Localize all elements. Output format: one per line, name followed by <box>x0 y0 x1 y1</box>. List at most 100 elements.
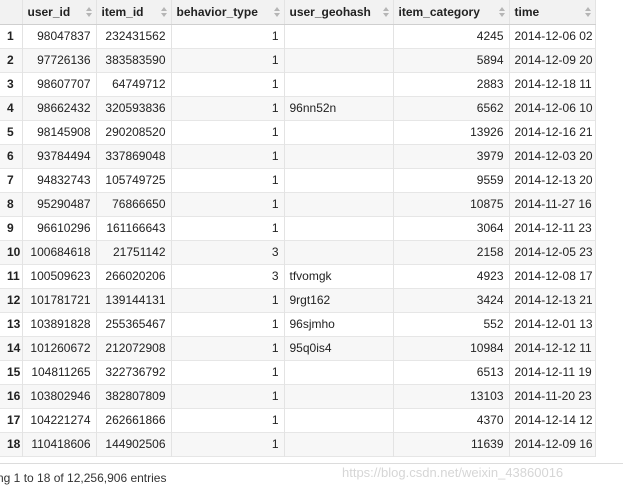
cell-user-geohash <box>284 144 394 168</box>
cell-user-geohash <box>284 216 394 240</box>
cell-behavior-type: 1 <box>171 192 285 216</box>
table-row[interactable]: 1 98047837 232431562 1 4245 2014-12-06 02 <box>0 24 596 48</box>
table-row[interactable]: 5 98145908 290208520 1 13926 2014-12-16 21 <box>0 120 596 144</box>
column-header-behavior-type[interactable]: behavior_type <box>171 0 285 25</box>
cell-item-category: 4370 <box>393 408 510 432</box>
table-row[interactable]: 3 98607707 64749712 1 2883 2014-12-18 11 <box>0 72 596 96</box>
table-row[interactable]: 8 95290487 76866650 1 10875 2014-11-27 16 <box>0 192 596 216</box>
column-header-item-id[interactable]: item_id <box>96 0 172 25</box>
column-header-user-geohash[interactable]: user_geohash <box>284 0 394 25</box>
table-row[interactable]: 18 110418606 144902506 1 11639 2014-12-09 16 <box>0 432 596 456</box>
table-row[interactable]: 15 104811265 322736792 1 6513 2014-12-11 19 <box>0 360 596 384</box>
cell-user-id: 96610296 <box>22 216 97 240</box>
row-index: 15 <box>0 360 23 384</box>
cell-item-category: 3979 <box>393 144 510 168</box>
cell-item-id: 212072908 <box>96 336 172 360</box>
table-row[interactable]: 13 103891828 255365467 1 96sjmho 552 2014-12-0… <box>0 312 596 336</box>
row-index: 13 <box>0 312 23 336</box>
cell-behavior-type: 3 <box>171 264 285 288</box>
table-row[interactable]: 11 100509623 266020206 3 tfvomgk 4923 2014-12-… <box>0 264 596 288</box>
cell-user-geohash: 95q0is4 <box>284 336 394 360</box>
cell-item-category: 3424 <box>393 288 510 312</box>
table-row[interactable]: 6 93784494 337869048 1 3979 2014-12-03 20 <box>0 144 596 168</box>
cell-time: 2014-12-12 11 <box>509 336 596 360</box>
cell-time: 2014-12-09 20 <box>509 48 596 72</box>
cell-behavior-type: 1 <box>171 360 285 384</box>
table-body: 1 98047837 232431562 1 4245 2014-12-06 02 2 977… <box>0 24 596 456</box>
cell-time: 2014-12-13 20 <box>509 168 596 192</box>
column-header-time[interactable]: time <box>509 0 596 25</box>
column-header-label: user_id <box>27 4 71 19</box>
cell-user-id: 104221274 <box>22 408 97 432</box>
cell-item-category: 3064 <box>393 216 510 240</box>
cell-item-category: 11639 <box>393 432 510 456</box>
cell-item-category: 2883 <box>393 72 510 96</box>
cell-time: 2014-12-06 10 <box>509 96 596 120</box>
cell-time: 2014-12-05 23 <box>509 240 596 264</box>
cell-user-id: 98145908 <box>22 120 97 144</box>
cell-behavior-type: 1 <box>171 288 285 312</box>
cell-user-geohash <box>284 360 394 384</box>
row-index: 18 <box>0 432 23 456</box>
row-index: 12 <box>0 288 23 312</box>
cell-behavior-type: 1 <box>171 24 285 48</box>
sort-icon[interactable] <box>498 7 505 19</box>
cell-user-geohash <box>284 384 394 408</box>
column-header-index <box>0 0 23 25</box>
row-index: 2 <box>0 48 23 72</box>
cell-behavior-type: 1 <box>171 120 285 144</box>
row-index: 8 <box>0 192 23 216</box>
column-header-label: behavior_type <box>176 4 258 19</box>
cell-item-id: 232431562 <box>96 24 172 48</box>
cell-item-id: 21751142 <box>96 240 172 264</box>
table-row[interactable]: 7 94832743 105749725 1 9559 2014-12-13 20 <box>0 168 596 192</box>
sort-icon[interactable] <box>85 7 92 19</box>
cell-user-id: 110418606 <box>22 432 97 456</box>
cell-behavior-type: 1 <box>171 144 285 168</box>
row-index: 6 <box>0 144 23 168</box>
cell-user-geohash: tfvomgk <box>284 264 394 288</box>
cell-item-id: 144902506 <box>96 432 172 456</box>
cell-item-category: 6562 <box>393 96 510 120</box>
cell-behavior-type: 1 <box>171 312 285 336</box>
cell-item-category: 10984 <box>393 336 510 360</box>
cell-time: 2014-12-01 13 <box>509 312 596 336</box>
cell-time: 2014-11-20 23 <box>509 384 596 408</box>
cell-user-geohash <box>284 168 394 192</box>
column-header-item-category[interactable]: item_category <box>393 0 510 25</box>
table-row[interactable]: 17 104221274 262661866 1 4370 2014-12-14 12 <box>0 408 596 432</box>
sort-icon[interactable] <box>273 7 280 19</box>
column-header-user-id[interactable]: user_id <box>22 0 97 25</box>
cell-user-geohash <box>284 120 394 144</box>
table-row[interactable]: 2 97726136 383583590 1 5894 2014-12-09 20 <box>0 48 596 72</box>
cell-user-geohash <box>284 24 394 48</box>
column-header-label: time <box>514 4 540 19</box>
table-row[interactable]: 16 103802946 382807809 1 13103 2014-11-20 23 <box>0 384 596 408</box>
cell-user-id: 104811265 <box>22 360 97 384</box>
cell-time: 2014-12-11 23 <box>509 216 596 240</box>
cell-time: 2014-12-06 02 <box>509 24 596 48</box>
cell-item-id: 266020206 <box>96 264 172 288</box>
data-table: user_id item_id behavior_type user_geoha… <box>0 0 596 457</box>
cell-behavior-type: 3 <box>171 240 285 264</box>
cell-behavior-type: 1 <box>171 384 285 408</box>
cell-behavior-type: 1 <box>171 72 285 96</box>
table-row[interactable]: 9 96610296 161166643 1 3064 2014-12-11 23 <box>0 216 596 240</box>
table-row[interactable]: 14 101260672 212072908 1 95q0is4 10984 2014-12… <box>0 336 596 360</box>
cell-item-category: 6513 <box>393 360 510 384</box>
cell-time: 2014-12-08 17 <box>509 264 596 288</box>
cell-item-id: 64749712 <box>96 72 172 96</box>
table-row[interactable]: 4 98662432 320593836 1 96nn52n 6562 2014-12-06… <box>0 96 596 120</box>
cell-user-geohash <box>284 48 394 72</box>
sort-icon[interactable] <box>584 7 591 19</box>
cell-user-id: 100509623 <box>22 264 97 288</box>
column-header-label: user_geohash <box>289 4 371 19</box>
cell-user-geohash <box>284 72 394 96</box>
table-row[interactable]: 12 101781721 139144131 1 9rgt162 3424 2014-12-… <box>0 288 596 312</box>
watermark: https://blog.csdn.net/weixin_43860016 <box>342 465 564 480</box>
row-index: 3 <box>0 72 23 96</box>
sort-icon[interactable] <box>382 7 389 19</box>
table-row[interactable]: 10 100684618 21751142 3 2158 2014-12-05 23 <box>0 240 596 264</box>
cell-behavior-type: 1 <box>171 48 285 72</box>
sort-icon[interactable] <box>160 7 167 19</box>
